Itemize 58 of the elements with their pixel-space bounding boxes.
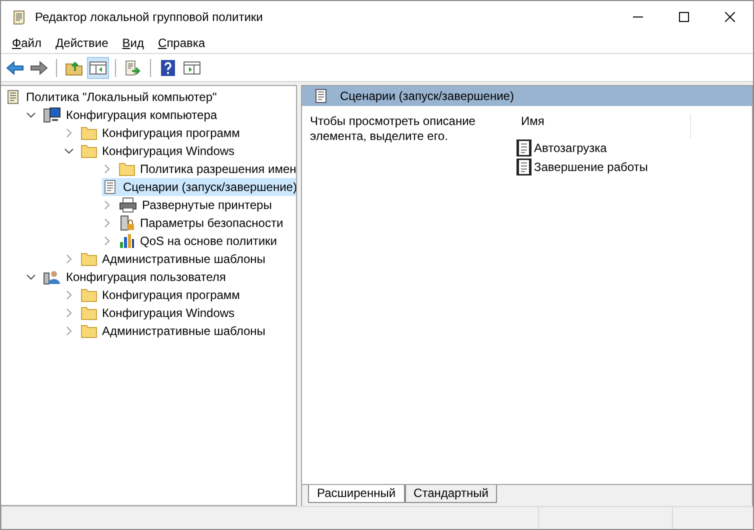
tree-item[interactable]: Сценарии (запуск/завершение): [102, 178, 296, 196]
printer-icon: [119, 197, 137, 213]
tree-item[interactable]: Развернутые принтеры: [119, 196, 276, 214]
document-icon: [102, 179, 118, 195]
folder-icon: [81, 288, 97, 302]
scroll-icon: [11, 8, 27, 24]
tree-item[interactable]: Политика "Локальный компьютер": [5, 88, 221, 106]
folder-icon: [81, 144, 97, 158]
collapsed-chevron-icon[interactable]: [64, 326, 74, 336]
document-icon: [5, 89, 21, 105]
collapsed-chevron-icon[interactable]: [64, 254, 74, 264]
menu-item[interactable]: Файл: [5, 36, 49, 50]
collapsed-chevron-icon[interactable]: [102, 218, 112, 228]
list-item[interactable]: Завершение работы: [516, 157, 752, 176]
tree-item[interactable]: Конфигурация Windows: [81, 304, 239, 322]
document-icon: [516, 138, 532, 156]
tree-item[interactable]: Политика разрешения имен: [119, 160, 296, 178]
tree-item[interactable]: Конфигурация компьютера: [43, 106, 222, 124]
folder-icon: [81, 252, 97, 266]
view-tab[interactable]: Стандартный: [404, 485, 498, 503]
window-title: Редактор локальной групповой политики: [35, 10, 263, 24]
tree-button[interactable]: [87, 56, 109, 78]
tree-item[interactable]: QoS на основе политики: [119, 232, 281, 250]
tree-item[interactable]: Параметры безопасности: [119, 214, 288, 232]
server-lock-icon: [119, 215, 135, 231]
user-icon: [43, 269, 61, 285]
tree-item[interactable]: Конфигурация программ: [81, 286, 244, 304]
collapsed-chevron-icon[interactable]: [64, 128, 74, 138]
expanded-chevron-icon[interactable]: [64, 146, 74, 156]
view-tab[interactable]: Расширенный: [308, 485, 405, 503]
tree-item[interactable]: Конфигурация программ: [81, 124, 244, 142]
menu-item[interactable]: Справка: [151, 36, 212, 50]
document-icon: [516, 158, 532, 176]
collapsed-chevron-icon[interactable]: [102, 200, 112, 210]
tree-item[interactable]: Административные шаблоны: [81, 322, 270, 340]
folder-icon: [81, 126, 97, 140]
tree-item[interactable]: Административные шаблоны: [81, 250, 270, 268]
document-icon: [314, 88, 328, 104]
computer-icon: [43, 107, 61, 123]
menu-item[interactable]: Действие: [48, 36, 116, 50]
collapsed-chevron-icon[interactable]: [64, 290, 74, 300]
collapsed-chevron-icon[interactable]: [102, 236, 112, 246]
collapsed-chevron-icon[interactable]: [64, 308, 74, 318]
column-header[interactable]: Имя: [516, 114, 544, 128]
bar-chart-icon: [119, 233, 135, 249]
folder-icon: [119, 162, 135, 176]
expanded-chevron-icon[interactable]: [26, 110, 36, 120]
tree-item[interactable]: Конфигурация пользователя: [43, 268, 230, 286]
description-text: Чтобы просмотреть описание элемента, выделите его.: [309, 114, 476, 145]
expanded-chevron-icon[interactable]: [26, 272, 36, 282]
tree-item[interactable]: Конфигурация Windows: [81, 142, 239, 160]
close-icon: [725, 12, 735, 22]
folder-icon: [81, 324, 97, 338]
folder-icon: [81, 306, 97, 320]
collapsed-chevron-icon[interactable]: [102, 164, 112, 174]
list-item[interactable]: Автозагрузка: [516, 138, 752, 157]
maximize-icon: [679, 12, 689, 22]
menu-item[interactable]: Вид: [115, 36, 152, 50]
